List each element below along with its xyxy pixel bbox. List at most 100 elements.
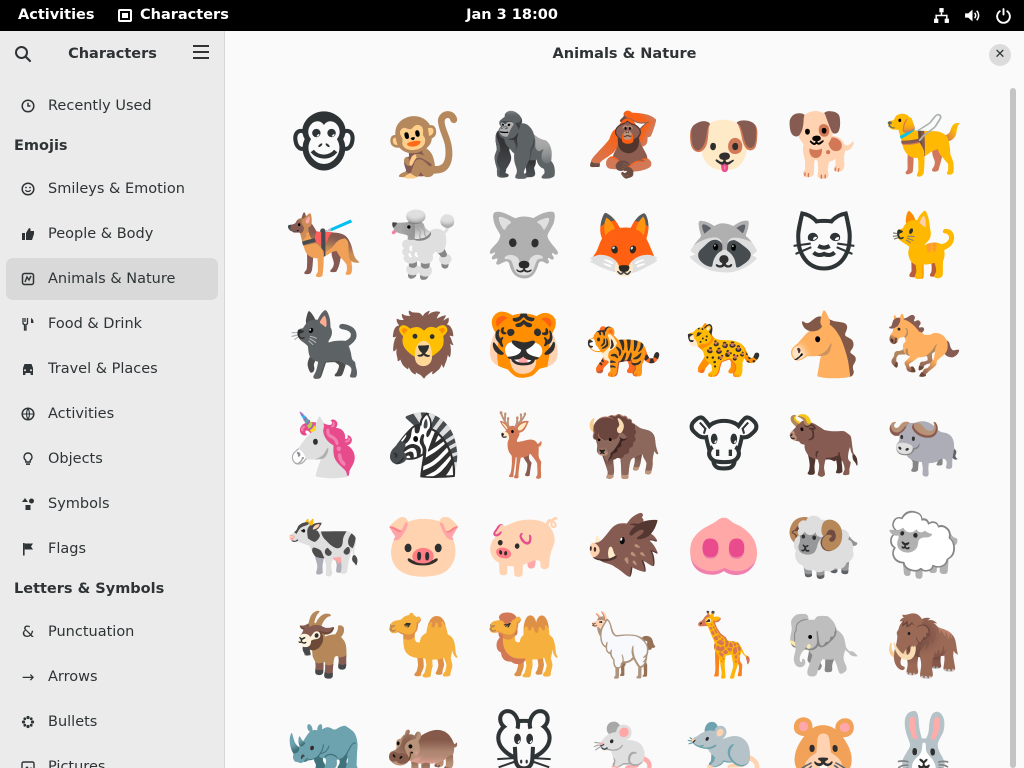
sidebar-item-recently-used[interactable]: Recently Used: [6, 85, 218, 127]
emoji-cell[interactable]: 🦊: [574, 195, 674, 295]
sidebar-item-label: Travel & Places: [48, 361, 158, 377]
emoji-cell[interactable]: 🐕: [774, 95, 874, 195]
emoji-cell[interactable]: 🐰: [874, 695, 974, 768]
section-heading-letters: Letters & Symbols: [14, 581, 165, 597]
sidebar-item-label: People & Body: [48, 226, 154, 242]
emoji-cell[interactable]: 🐑: [874, 495, 974, 595]
sidebar-item-label: Arrows: [48, 669, 98, 685]
clock[interactable]: Jan 3 18:00: [0, 0, 1024, 31]
close-button[interactable]: ✕: [989, 44, 1011, 66]
car-icon: [20, 361, 36, 377]
emoji-cell[interactable]: 🐷: [374, 495, 474, 595]
sidebar-item-bullets[interactable]: Bullets: [6, 701, 218, 743]
sidebar-item-animals-and-nature[interactable]: Animals & Nature: [6, 258, 218, 300]
emoji-cell[interactable]: 🦒: [674, 595, 774, 695]
emoji-cell[interactable]: 🦁: [374, 295, 474, 395]
emoji-grid-area[interactable]: 🐵 🐒 🦍 🦧 🐶 🐕 🦮 🐕‍🦺 🐩 🐺 🦊 🦝 🐱 🐈 🐈‍⬛ 🦁 🐯 🐅 🐆 🐴 🐎 🦄 🦓 🦌 🦬 🐮 🐂 🐃 🐄 🐷 🐖 🐗 🐽 🐏 🐑 🐐…: [225, 78, 1024, 768]
animal-icon: [20, 271, 36, 287]
arrow-icon: →: [21, 667, 35, 686]
emoji-cell[interactable]: 🐵: [274, 95, 374, 195]
emoji-cell[interactable]: 🐖: [474, 495, 574, 595]
emoji-cell[interactable]: 🦣: [874, 595, 974, 695]
emoji-cell[interactable]: 🦌: [474, 395, 574, 495]
emoji-cell[interactable]: 🐆: [674, 295, 774, 395]
sidebar-item-punctuation[interactable]: & Punctuation: [6, 611, 218, 653]
sidebar-item-label: Recently Used: [48, 98, 152, 114]
emoji-cell[interactable]: 🐱: [774, 195, 874, 295]
emoji-cell[interactable]: 🦍: [474, 95, 574, 195]
emoji-cell[interactable]: 🐈: [874, 195, 974, 295]
emoji-cell[interactable]: 🐹: [774, 695, 874, 768]
smiley-icon: [20, 181, 36, 197]
sidebar-item-food-and-drink[interactable]: Food & Drink: [6, 303, 218, 345]
shapes-icon: [20, 496, 36, 512]
emoji-cell[interactable]: 🦛: [374, 695, 474, 768]
section-heading-emojis: Emojis: [14, 138, 68, 154]
emoji-cell[interactable]: 🐩: [374, 195, 474, 295]
bullet-icon: [20, 714, 36, 730]
emoji-cell[interactable]: 🐀: [674, 695, 774, 768]
sidebar-item-activities[interactable]: Activities: [6, 393, 218, 435]
emoji-cell[interactable]: 🐄: [274, 495, 374, 595]
lightbulb-icon: [20, 451, 36, 467]
emoji-cell[interactable]: 🦄: [274, 395, 374, 495]
emoji-cell[interactable]: 🐯: [474, 295, 574, 395]
clock-label[interactable]: Jan 3 18:00: [466, 0, 558, 31]
emoji-cell[interactable]: 🐴: [774, 295, 874, 395]
emoji-cell[interactable]: 🐁: [574, 695, 674, 768]
ball-icon: [20, 406, 36, 422]
sidebar-item-smileys-and-emotion[interactable]: Smileys & Emotion: [6, 168, 218, 210]
emoji-cell[interactable]: 🐎: [874, 295, 974, 395]
emoji-cell[interactable]: 🐪: [374, 595, 474, 695]
system-tray[interactable]: [933, 0, 1012, 31]
emoji-cell[interactable]: 🐐: [274, 595, 374, 695]
emoji-cell[interactable]: 🦓: [374, 395, 474, 495]
emoji-cell[interactable]: 🐗: [574, 495, 674, 595]
sidebar-item-label: Objects: [48, 451, 103, 467]
ampersand-icon: &: [21, 622, 35, 641]
sidebar-item-pictures[interactable]: Pictures: [6, 746, 218, 768]
emoji-cell[interactable]: 🐫: [474, 595, 574, 695]
sidebar-item-label: Food & Drink: [48, 316, 143, 332]
emoji-cell[interactable]: 🐭: [474, 695, 574, 768]
picture-icon: [20, 759, 36, 768]
emoji-cell[interactable]: 🐶: [674, 95, 774, 195]
scrollbar[interactable]: [1010, 88, 1016, 768]
power-icon[interactable]: [995, 7, 1012, 24]
emoji-cell[interactable]: 🐂: [774, 395, 874, 495]
emoji-cell[interactable]: 🐮: [674, 395, 774, 495]
sidebar-item-label: Flags: [48, 541, 87, 557]
emoji-cell[interactable]: 🐈‍⬛: [274, 295, 374, 395]
page-title: Animals & Nature: [552, 46, 697, 62]
emoji-cell[interactable]: 🦮: [874, 95, 974, 195]
emoji-cell[interactable]: 🐽: [674, 495, 774, 595]
network-icon[interactable]: [933, 7, 950, 24]
emoji-cell[interactable]: 🦬: [574, 395, 674, 495]
emoji-cell[interactable]: 🦙: [574, 595, 674, 695]
sidebar-item-flags[interactable]: Flags: [6, 528, 218, 570]
clock-icon: [20, 98, 36, 114]
sidebar-item-symbols[interactable]: Symbols: [6, 483, 218, 525]
volume-icon[interactable]: [964, 7, 981, 24]
emoji-cell[interactable]: 🐘: [774, 595, 874, 695]
emoji-cell[interactable]: 🐒: [374, 95, 474, 195]
sidebar-item-label: Symbols: [48, 496, 110, 512]
sidebar-item-label: Animals & Nature: [48, 271, 176, 287]
sidebar-item-travel-and-places[interactable]: Travel & Places: [6, 348, 218, 390]
sidebar-item-people-and-body[interactable]: People & Body: [6, 213, 218, 255]
emoji-cell[interactable]: 🐕‍🦺: [274, 195, 374, 295]
emoji-cell[interactable]: 🐺: [474, 195, 574, 295]
emoji-cell[interactable]: 🦏: [274, 695, 374, 768]
sidebar-item-arrows[interactable]: → Arrows: [6, 656, 218, 698]
sidebar-item-label: Smileys & Emotion: [48, 181, 185, 197]
hamburger-menu-icon[interactable]: [190, 45, 212, 63]
emoji-cell[interactable]: 🦧: [574, 95, 674, 195]
sidebar-item-label: Punctuation: [48, 624, 135, 640]
emoji-cell[interactable]: 🐏: [774, 495, 874, 595]
emoji-cell[interactable]: 🐅: [574, 295, 674, 395]
emoji-cell[interactable]: 🦝: [674, 195, 774, 295]
top-bar: Activities Characters Jan 3 18:00: [0, 0, 1024, 31]
main-header: Animals & Nature ✕: [225, 31, 1024, 78]
sidebar-item-objects[interactable]: Objects: [6, 438, 218, 480]
emoji-cell[interactable]: 🐃: [874, 395, 974, 495]
